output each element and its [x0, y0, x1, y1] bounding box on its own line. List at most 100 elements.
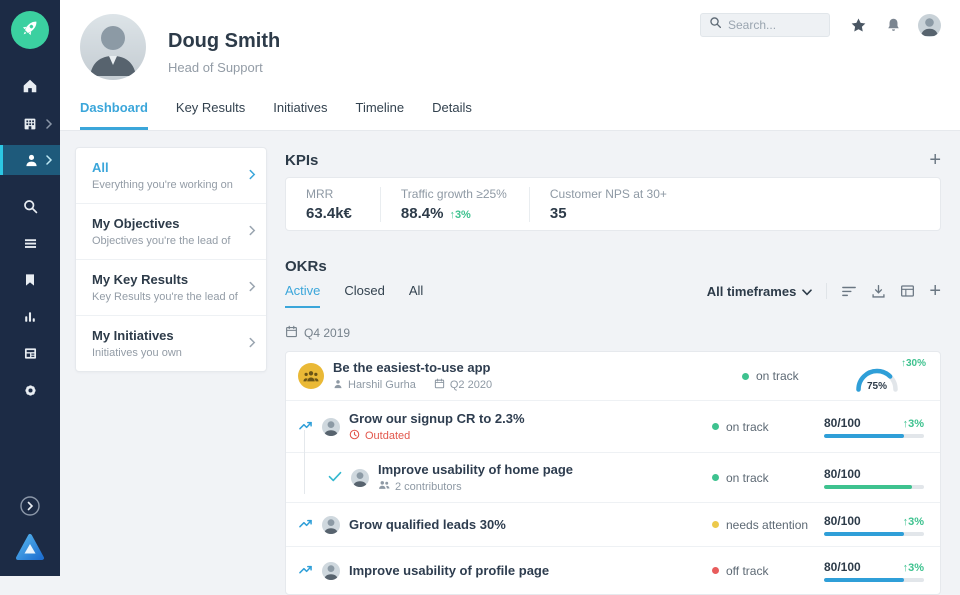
profile-photo — [80, 14, 146, 80]
bar-chart-icon — [22, 309, 38, 325]
sidebar-item-news[interactable] — [0, 338, 60, 368]
timeframe-dropdown[interactable]: All timeframes — [707, 284, 813, 299]
progress: 80/100 — [824, 467, 924, 489]
okr-list: Be the easiest-to-use app Harshil Gurha … — [285, 351, 941, 595]
status-text: on track — [726, 471, 769, 485]
kpis-title: KPIs — [285, 152, 318, 169]
sort-icon[interactable] — [841, 284, 857, 298]
app-logo[interactable] — [11, 11, 49, 49]
kpi-label: Traffic growth ≥25% — [401, 187, 507, 201]
progress-value: 80/100 — [824, 416, 861, 430]
tab-key-results[interactable]: Key Results — [176, 100, 245, 130]
user-name: Doug Smith — [168, 30, 280, 53]
tab-details[interactable]: Details — [432, 100, 472, 130]
clock-icon — [349, 429, 360, 443]
notifications-button[interactable] — [886, 17, 901, 39]
search-box[interactable] — [700, 13, 830, 37]
tab-dashboard[interactable]: Dashboard — [80, 100, 148, 130]
sidebar-item-analytics[interactable] — [0, 302, 60, 332]
sidebar-item-bookmark[interactable] — [0, 265, 60, 295]
okr-tab-active[interactable]: Active — [285, 283, 320, 308]
owner-icon — [333, 379, 343, 392]
account-avatar[interactable] — [918, 14, 941, 37]
okr-row-key-result[interactable]: Grow qualified leads 30% needs attention… — [286, 502, 940, 546]
download-icon[interactable] — [871, 284, 886, 299]
favorites-button[interactable] — [850, 17, 867, 39]
kpi-label: MRR — [306, 187, 358, 201]
okr-tabs: Active Closed All — [285, 283, 423, 308]
triangle-logo-icon — [14, 532, 46, 562]
initiative-title: Improve usability of home page — [378, 462, 573, 477]
avatar — [322, 418, 340, 436]
filter-all[interactable]: All Everything you're working on — [76, 148, 266, 203]
kpi-traffic-growth[interactable]: Traffic growth ≥25% 88.4% ↑3% — [380, 187, 529, 222]
progress-value: 80/100 — [824, 560, 861, 574]
chevron-right-icon — [249, 279, 256, 297]
filter-title: My Objectives — [92, 216, 238, 231]
progress-bar — [824, 578, 924, 582]
table-view-icon[interactable] — [900, 284, 915, 298]
search-icon — [22, 198, 39, 215]
user-role: Head of Support — [168, 60, 263, 75]
sidebar-item-company[interactable] — [0, 109, 60, 139]
bookmark-icon — [22, 272, 38, 288]
chevron-down-icon — [802, 284, 812, 299]
filter-panel: All Everything you're working on My Obje… — [75, 147, 267, 372]
filter-my-objectives[interactable]: My Objectives Objectives you're the lead… — [76, 203, 266, 259]
avatar — [322, 562, 340, 580]
okr-tab-closed[interactable]: Closed — [344, 283, 384, 308]
building-icon — [21, 115, 39, 133]
home-icon — [21, 77, 39, 95]
okr-row-initiative[interactable]: Improve usability of home page 2 contrib… — [286, 452, 940, 502]
sidebar-item-profile[interactable] — [0, 145, 60, 175]
sidebar-item-home[interactable] — [0, 71, 60, 101]
sidebar-item-list[interactable] — [0, 228, 60, 258]
okr-tab-all[interactable]: All — [409, 283, 423, 308]
progress-value: 80/100 — [824, 467, 861, 481]
progress: 80/100 ↑3% — [824, 560, 924, 582]
status-text: off track — [726, 564, 768, 578]
tab-initiatives[interactable]: Initiatives — [273, 100, 327, 130]
filter-title: All — [92, 160, 238, 175]
trend-up-icon — [298, 562, 313, 580]
progress-bar — [824, 532, 924, 536]
status-badge: on track — [712, 420, 824, 434]
okr-row-key-result[interactable]: Improve usability of profile page off tr… — [286, 546, 940, 594]
tree-connector — [304, 430, 305, 494]
sidebar-expand-button[interactable] — [0, 494, 60, 518]
okrs-title: OKRs — [285, 258, 327, 275]
person-icon — [23, 152, 40, 169]
kpi-value: 88.4% — [401, 205, 444, 222]
filter-title: My Initiatives — [92, 328, 238, 343]
status-text: on track — [756, 369, 799, 383]
contributors-label: 2 contributors — [395, 481, 462, 493]
sidebar-item-settings[interactable] — [0, 375, 60, 405]
filter-subtitle: Key Results you're the lead of — [92, 291, 238, 303]
brand-logo[interactable] — [0, 530, 60, 564]
add-kpi-button[interactable]: + — [929, 152, 941, 168]
bell-icon — [886, 21, 901, 38]
content-area: All Everything you're working on My Obje… — [60, 131, 960, 576]
okr-row-objective[interactable]: Be the easiest-to-use app Harshil Gurha … — [286, 352, 940, 400]
filter-my-initiatives[interactable]: My Initiatives Initiatives you own — [76, 315, 266, 371]
okr-row-key-result[interactable]: Grow our signup CR to 2.3% Outdated on t… — [286, 400, 940, 452]
filter-my-key-results[interactable]: My Key Results Key Results you're the le… — [76, 259, 266, 315]
kpi-mrr[interactable]: MRR 63.4k€ — [286, 187, 380, 222]
add-okr-button[interactable]: + — [929, 283, 941, 299]
search-input[interactable] — [728, 18, 818, 32]
timeframe-group[interactable]: Q4 2019 — [285, 325, 941, 341]
objective-title: Be the easiest-to-use app — [333, 360, 492, 375]
owner-name: Harshil Gurha — [348, 379, 416, 391]
star-icon — [850, 21, 867, 38]
page-header: Doug Smith Head of Support Dashboard Key… — [60, 0, 960, 131]
progress-bar — [824, 434, 924, 438]
tab-timeline[interactable]: Timeline — [355, 100, 404, 130]
avatar — [322, 516, 340, 534]
chevron-right-icon — [249, 335, 256, 353]
key-result-title: Grow our signup CR to 2.3% — [349, 411, 525, 426]
trend-up-icon — [298, 418, 313, 436]
timeframe-group-label: Q4 2019 — [304, 326, 350, 340]
status-dot — [712, 423, 719, 430]
kpi-customer-nps[interactable]: Customer NPS at 30+ 35 — [529, 187, 689, 222]
sidebar-item-search[interactable] — [0, 191, 60, 221]
